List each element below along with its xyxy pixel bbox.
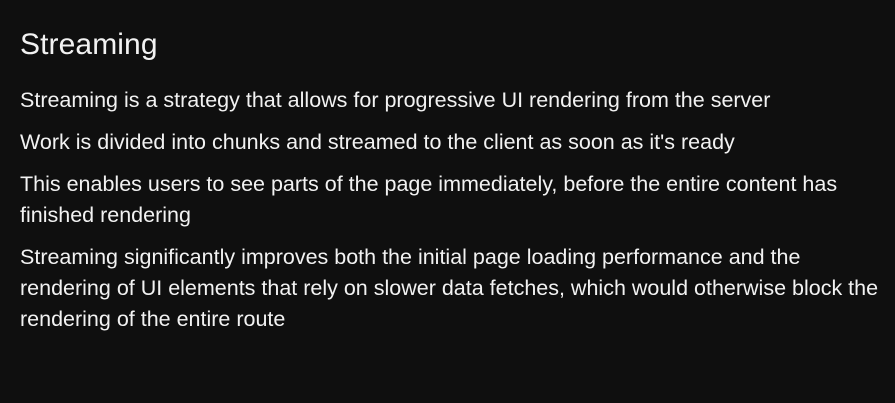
slide-content: Streaming Streaming is a strategy that a…: [0, 0, 895, 403]
list-item: Work is divided into chunks and streamed…: [20, 130, 735, 154]
bullet-list: Streaming is a strategy that allows for …: [20, 85, 883, 335]
list-item: This enables users to see parts of the p…: [20, 172, 838, 227]
list-item: Streaming significantly improves both th…: [20, 245, 879, 331]
list-item: Streaming is a strategy that allows for …: [20, 88, 771, 112]
page-title: Streaming: [20, 28, 158, 61]
